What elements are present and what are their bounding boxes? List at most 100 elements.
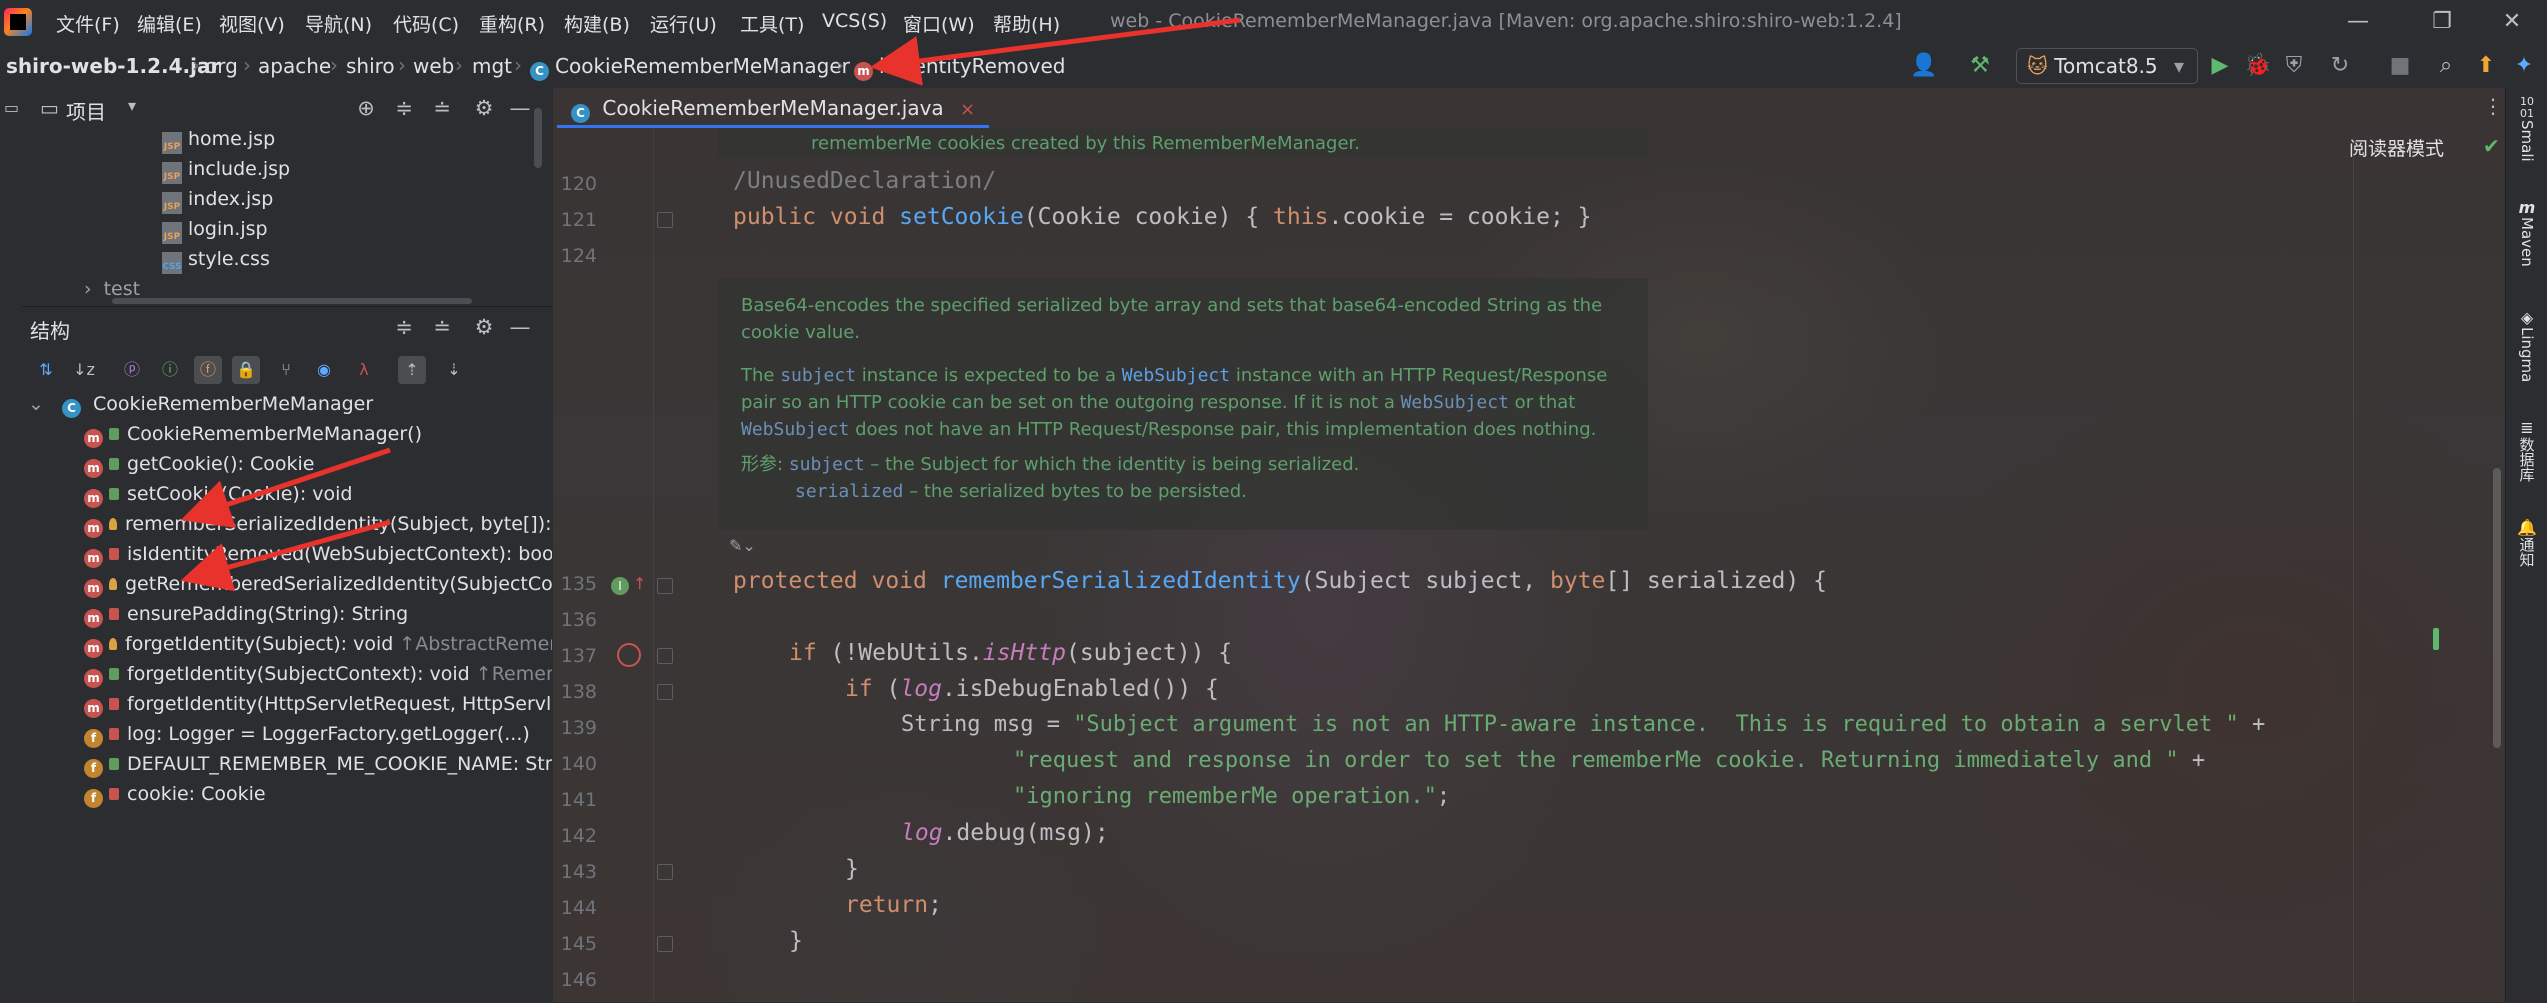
fold-icon[interactable] [657,936,673,952]
minimize-button[interactable]: — [2326,4,2390,40]
gear-icon[interactable]: ⚙ [470,94,498,122]
show-hierarchy-icon[interactable]: ⑂ [272,356,300,384]
menu-navigate[interactable]: 导航(N) [305,10,372,37]
run-icon[interactable]: ▶ [2206,52,2234,80]
collapse-all-icon[interactable]: ≐ [428,313,456,341]
close-button[interactable]: ✕ [2480,4,2544,40]
breadcrumb-class[interactable]: C CookieRememberMeManager [530,54,850,81]
autoscroll-to-source-icon[interactable]: ⇡ [398,356,426,384]
structure-root-class[interactable]: ⌄ C CookieRememberMeManager [22,393,552,423]
intellij-logo-icon[interactable] [4,8,32,36]
change-marker[interactable] [2433,628,2439,650]
structure-field-item[interactable]: f DEFAULT_REMEMBER_ME_COOKIE_NAME: Str [22,753,552,783]
smali-tool[interactable]: 10 01 Smali [2506,96,2547,166]
build-hammer-icon[interactable]: ⚒ [1966,52,1994,80]
fold-icon[interactable] [657,684,673,700]
run-configuration-select[interactable]: 🐱 Tomcat8.5 ▾ [2016,48,2198,84]
anonymous-classes-icon[interactable]: ◉ [310,356,338,384]
expand-all-icon[interactable]: ≑ [390,313,418,341]
fold-icon[interactable] [657,648,673,664]
structure-method-item[interactable]: m getRememberedSerializedIdentity(Subject… [22,573,552,603]
menu-vcs[interactable]: VCS(S) [822,10,887,32]
structure-method-item[interactable]: m setCookie(Cookie): void [22,483,552,513]
menu-edit[interactable]: 编辑(E) [137,10,202,37]
lingma-tool[interactable]: ◈ Lingma [2506,308,2547,386]
chevron-down-icon[interactable]: ▾ [128,96,136,115]
collapse-all-icon[interactable]: ≐ [428,94,456,122]
locate-icon[interactable]: ⊕ [352,94,380,122]
file-item[interactable]: JSP home.jsp [162,128,275,158]
breadcrumb-org[interactable]: org [205,54,238,78]
javadoc-link[interactable]: WebSubject [1122,365,1230,386]
gear-icon[interactable]: ⚙ [470,313,498,341]
fold-icon[interactable] [657,212,673,228]
more-options-icon[interactable]: ⋮ [2483,94,2503,118]
file-item[interactable]: CSS style.css [162,248,270,278]
breadcrumb-web[interactable]: web [413,54,454,78]
tab-cookierememberme-manager[interactable]: C CookieRememberMeManager.java × [557,88,990,128]
breadcrumb-mgt[interactable]: mgt [472,54,512,78]
menu-refactor[interactable]: 重构(R) [479,10,545,37]
profile-icon[interactable]: ↻ [2326,52,2354,80]
menu-code[interactable]: 代码(C) [393,10,459,37]
no-problems-check-icon[interactable]: ✔ [2483,134,2500,158]
structure-method-item[interactable]: m forgetIdentity(SubjectContext): void ↑R… [22,663,552,693]
search-icon[interactable]: ⌕ [2432,52,2460,80]
menu-view[interactable]: 视图(V) [219,10,285,37]
show-properties-icon[interactable]: ⓟ [118,356,146,384]
implements-marker-icon[interactable]: I [611,577,629,595]
structure-field-item[interactable]: f cookie: Cookie [22,783,552,813]
restore-button[interactable]: ❐ [2410,4,2474,40]
file-item[interactable]: JSP index.jsp [162,188,273,218]
fold-icon[interactable] [657,864,673,880]
menu-run[interactable]: 运行(U) [650,10,717,37]
show-fields-icon[interactable]: ⓕ [194,356,222,384]
hide-icon[interactable]: — [506,94,534,122]
horizontal-scrollbar[interactable] [112,298,472,304]
close-tab-icon[interactable]: × [960,99,975,120]
user-icon[interactable]: 👤 [1910,52,1938,80]
breadcrumb-jar[interactable]: shiro-web-1.2.4.jar [6,54,220,78]
coverage-icon[interactable]: ⛨ [2280,52,2308,80]
file-item[interactable]: JSP login.jsp [162,218,268,248]
reader-mode-toggle[interactable]: 阅读器模式 [2349,134,2444,161]
file-item[interactable]: JSP include.jsp [162,158,290,188]
vertical-scrollbar[interactable] [534,108,542,168]
notifications-tool[interactable]: 🔔 通知 [2506,518,2547,571]
breadcrumb-shiro[interactable]: shiro [346,54,395,78]
assistant-icon[interactable]: ✦ [2510,52,2538,80]
show-non-public-icon[interactable]: 🔒 [232,356,260,384]
structure-method-item[interactable]: m CookieRememberMeManager() [22,423,552,453]
sort-alpha-icon[interactable]: ↓z [70,356,98,384]
hide-icon[interactable]: — [506,313,534,341]
structure-method-item[interactable]: m ensurePadding(String): String [22,603,552,633]
structure-method-item[interactable]: m forgetIdentity(Subject): void ↑Abstract… [22,633,552,663]
autoscroll-from-source-icon[interactable]: ⇣ [440,356,468,384]
breadcrumb-method[interactable]: m isIdentityRemoved [854,54,1065,81]
project-tool-icon[interactable]: ▭ [2,98,21,117]
menu-window[interactable]: 窗口(W) [903,10,975,37]
show-inherited-icon[interactable]: ⓘ [156,356,184,384]
code-editor[interactable]: C CookieRememberMeManager.java × ⋮ remem… [553,88,2505,1002]
maven-tool[interactable]: m Maven [2506,198,2547,271]
project-panel-title[interactable]: 项目 [66,96,106,125]
lambdas-icon[interactable]: λ [350,356,378,384]
structure-method-item[interactable]: m isIdentityRemoved(WebSubjectContext): b… [22,543,552,573]
menu-help[interactable]: 帮助(H) [993,10,1060,37]
update-icon[interactable]: ⬆ [2472,52,2500,80]
debug-icon[interactable]: 🐞 [2244,52,2272,80]
menu-file[interactable]: 文件(F) [56,10,120,37]
breadcrumb-apache[interactable]: apache [258,54,331,78]
structure-method-item[interactable]: m forgetIdentity(HttpServletRequest, Http… [22,693,552,723]
structure-field-item[interactable]: f log: Logger = LoggerFactory.getLogger(.… [22,723,552,753]
breakpoint-icon[interactable] [617,643,641,667]
structure-method-item[interactable]: m getCookie(): Cookie [22,453,552,483]
menu-build[interactable]: 构建(B) [564,10,630,37]
sort-visibility-icon[interactable]: ⇅ [32,356,60,384]
javadoc-toggle-icon[interactable]: ✎⌄ [729,536,756,555]
expand-all-icon[interactable]: ≑ [390,94,418,122]
fold-icon[interactable] [657,578,673,594]
structure-method-item[interactable]: m rememberSerializedIdentity(Subject, byt… [22,513,552,543]
overrides-arrow-icon[interactable]: ↑ [633,574,646,593]
editor-vertical-scrollbar[interactable] [2493,468,2501,748]
